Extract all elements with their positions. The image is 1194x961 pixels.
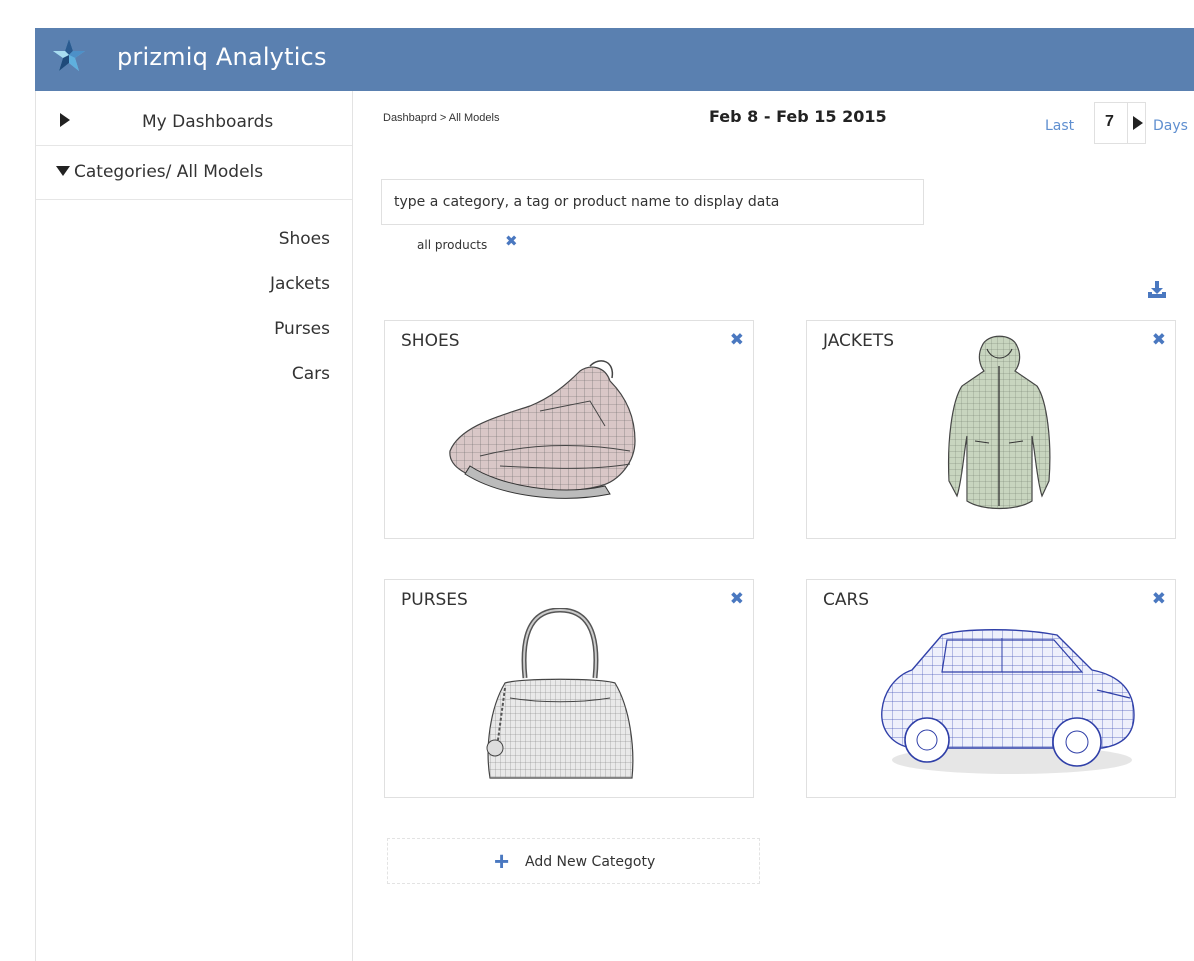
add-category-button[interactable]: + Add New Categoty (387, 838, 760, 884)
car-wireframe-image (881, 629, 1135, 774)
filter-tag-label: all products (417, 238, 488, 252)
category-card-jackets[interactable]: JACKETS ✖ (806, 320, 1176, 539)
app-title: prizmiq Analytics (117, 43, 327, 71)
category-card-purses[interactable]: PURSES ✖ (384, 579, 754, 798)
my-dashboards-toggle[interactable]: My Dashboards (36, 91, 352, 146)
breadcrumb[interactable]: Dashbaprd > All Models (383, 112, 499, 124)
download-icon[interactable] (1146, 280, 1168, 300)
prizmiq-logo-icon (53, 39, 85, 71)
close-icon[interactable]: ✖ (1152, 330, 1166, 350)
sidebar-item-jackets[interactable]: Jackets (270, 272, 330, 317)
close-icon[interactable]: ✖ (730, 589, 744, 609)
category-card-cars[interactable]: CARS ✖ (806, 579, 1176, 798)
search-input[interactable] (381, 179, 924, 225)
add-category-label: Add New Categoty (525, 854, 656, 870)
categories-label: Categories/ All Models (74, 162, 264, 182)
purse-wireframe-image (486, 608, 634, 779)
days-stepper[interactable]: 7 (1094, 102, 1146, 144)
close-icon[interactable]: ✖ (1152, 589, 1166, 609)
remove-tag-close-icon[interactable]: ✖ (505, 232, 518, 250)
my-dashboards-label: My Dashboards (142, 112, 274, 132)
sidebar-item-purses[interactable]: Purses (270, 317, 330, 362)
card-title: CARS (823, 590, 870, 610)
shoe-wireframe-image (449, 360, 636, 499)
category-list: Shoes Jackets Purses Cars (270, 227, 330, 407)
days-value[interactable]: 7 (1105, 113, 1114, 131)
collapse-arrow-icon[interactable] (56, 166, 70, 176)
categories-header: Categories/ All Models (56, 162, 263, 182)
card-title: PURSES (401, 590, 468, 610)
jacket-wireframe-image (948, 335, 1051, 510)
close-icon[interactable]: ✖ (730, 330, 744, 350)
date-range: Feb 8 - Feb 15 2015 (709, 107, 887, 126)
days-label: Days (1153, 118, 1188, 134)
card-title: SHOES (401, 331, 460, 351)
category-card-shoes[interactable]: SHOES ✖ (384, 320, 754, 539)
card-title: JACKETS (823, 331, 894, 351)
expand-arrow-icon[interactable] (60, 113, 70, 127)
app-header: prizmiq Analytics (35, 28, 1194, 91)
sidebar-item-shoes[interactable]: Shoes (270, 227, 330, 272)
categories-toggle[interactable]: Categories/ All Models (36, 146, 352, 200)
plus-icon: + (494, 846, 510, 876)
last-label: Last (1045, 118, 1075, 134)
sidebar: My Dashboards Categories/ All Models Sho… (35, 91, 353, 961)
days-increment-arrow-icon[interactable] (1127, 103, 1147, 143)
sidebar-item-cars[interactable]: Cars (270, 362, 330, 407)
